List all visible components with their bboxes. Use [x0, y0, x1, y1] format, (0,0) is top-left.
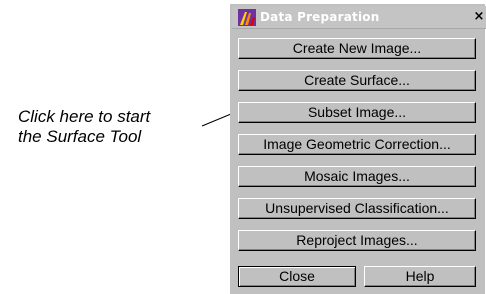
- help-button[interactable]: Help: [364, 266, 476, 287]
- window-title: Data Preparation: [260, 10, 380, 24]
- create-surface-button[interactable]: Create Surface...: [238, 70, 476, 91]
- unsupervised-classification-button[interactable]: Unsupervised Classification...: [238, 198, 476, 219]
- data-preparation-window: Data Preparation × Create New Image... C…: [230, 4, 486, 294]
- title-bar[interactable]: Data Preparation ×: [232, 6, 486, 29]
- app-icon: [238, 9, 256, 26]
- close-icon[interactable]: ×: [472, 9, 486, 25]
- mosaic-images-button[interactable]: Mosaic Images...: [238, 166, 476, 187]
- image-geometric-correction-button[interactable]: Image Geometric Correction...: [238, 134, 476, 155]
- reproject-images-button[interactable]: Reproject Images...: [238, 230, 476, 251]
- subset-image-button[interactable]: Subset Image...: [238, 102, 476, 123]
- create-new-image-button[interactable]: Create New Image...: [238, 38, 476, 59]
- close-button[interactable]: Close: [238, 266, 356, 287]
